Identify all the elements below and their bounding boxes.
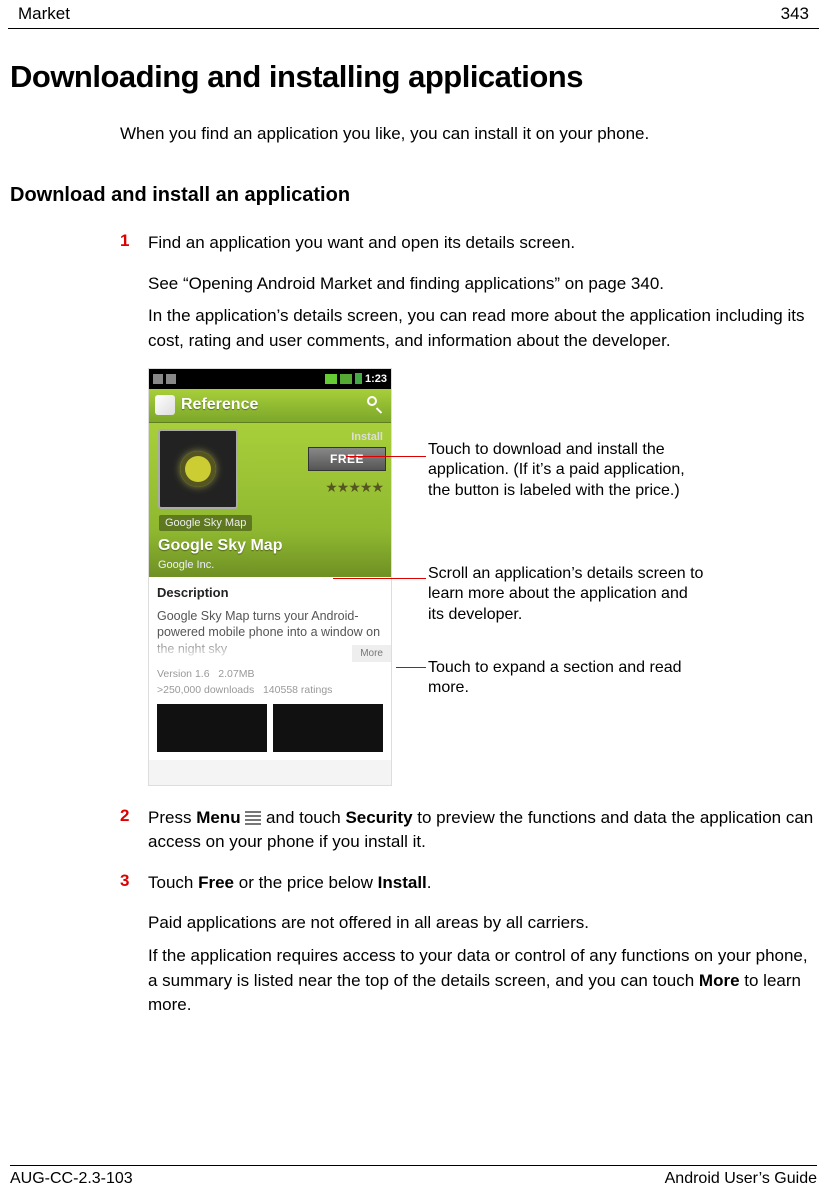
gallery-thumb[interactable] [273,704,383,752]
page-footer: AUG-CC-2.3-103 Android User’s Guide [10,1165,817,1188]
app-developer: Google Inc. [158,559,214,571]
step-2: 2 Press Menu and touch Security to previ… [120,806,817,863]
screenshot-gallery[interactable] [149,700,391,760]
rating-stars: ★★★★★ [325,479,383,496]
free-button[interactable]: FREE [308,447,386,471]
step-number: 1 [120,231,148,264]
description-text: Google Sky Map turns your Android-powere… [157,608,383,660]
description-header: Description [157,585,383,600]
page-title: Downloading and installing applications [10,59,817,95]
header-page-number: 343 [781,4,809,24]
step-body: Touch Free or the price below Install. [148,871,432,904]
phone-screenshot: 1:23 Reference Install FREE ★★★★★ Google… [148,368,392,786]
section-title: Download and install an application [10,184,817,207]
screenshot-figure: 1:23 Reference Install FREE ★★★★★ Google… [148,368,817,794]
status-left-icons [153,374,176,384]
footer-doc-id: AUG-CC-2.3-103 [10,1170,133,1188]
meta-line-2: >250,000 downloads 140558 ratings [149,684,391,700]
callout-1: Touch to download and install the applic… [428,440,708,502]
market-category-title: Reference [181,396,258,414]
callout-2: Scroll an application’s details screen t… [428,564,708,626]
gallery-thumb[interactable] [157,704,267,752]
app-icon [158,429,238,509]
step-3-sub-a: Paid applications are not offered in all… [148,911,817,936]
page-header: Market 343 [8,0,819,29]
menu-label: Menu [196,808,240,827]
app-name: Google Sky Map [158,537,282,555]
market-logo-icon [155,395,175,415]
page-content: Downloading and installing applications … [0,29,827,1018]
step-body: Find an application you want and open it… [148,231,575,264]
install-label: Install [351,431,383,443]
header-section: Market [18,4,70,24]
meta-line-1: Version 1.6 2.07MB [149,660,391,684]
app-category-badge: Google Sky Map [159,515,252,531]
free-label: Free [198,873,234,892]
step-text: Find an application you want and open it… [148,231,575,256]
more-label: More [699,971,740,990]
callout-line [346,456,426,457]
status-bar: 1:23 [149,369,391,389]
callout-3: Touch to expand a section and read more. [428,658,708,700]
step-number: 3 [120,871,148,904]
more-button[interactable]: More [352,645,391,662]
step-3: 3 Touch Free or the price below Install. [120,871,817,904]
signal-icon [325,374,337,384]
step-1-sub-a: See “Opening Android Market and finding … [148,272,817,297]
callout-line [333,578,426,579]
battery-icon [355,373,362,384]
clock: 1:23 [365,373,387,385]
status-right-icons: 1:23 [325,373,387,385]
app-hero: Install FREE ★★★★★ Google Sky Map Google… [149,423,391,577]
market-header: Reference [149,389,391,423]
callout-line [396,667,426,668]
footer-guide-name: Android User’s Guide [665,1170,817,1188]
step-1: 1 Find an application you want and open … [120,231,817,264]
intro-paragraph: When you find an application you like, y… [120,123,817,146]
menu-icon [245,809,261,827]
step-text: Press Menu and touch Security to preview… [148,806,817,855]
security-label: Security [345,808,412,827]
install-word: Install [378,873,427,892]
step-1-sub-b: In the application’s details screen, you… [148,304,817,353]
description-block: Description Google Sky Map turns your An… [149,577,391,660]
step-3-sub-b: If the application requires access to yo… [148,944,817,1018]
search-icon[interactable] [367,396,385,414]
step-body: Press Menu and touch Security to preview… [148,806,817,863]
signal-icon [340,374,352,384]
step-text: Touch Free or the price below Install. [148,871,432,896]
step-number: 2 [120,806,148,863]
